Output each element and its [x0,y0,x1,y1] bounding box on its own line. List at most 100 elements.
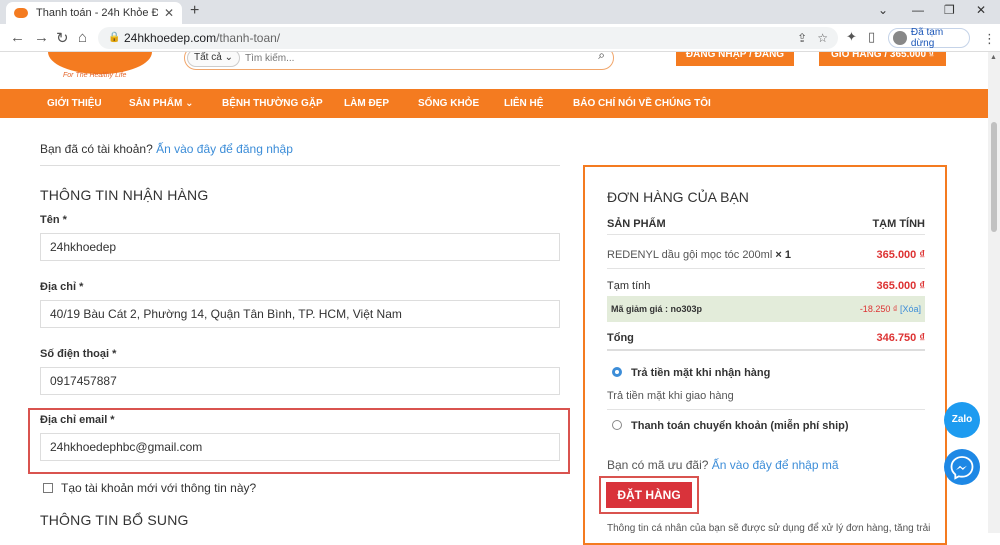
address-label: Địa chỉ * [40,281,84,293]
order-title: ĐƠN HÀNG CỦA BẠN [607,189,749,205]
phone-field[interactable] [40,367,560,395]
new-tab-icon[interactable]: + [190,2,199,20]
share-icon[interactable]: ⇪ [797,31,807,45]
nav-item-beauty[interactable]: LÀM ĐẸP [344,89,389,118]
product-price: 365.000 ₫ [876,249,925,261]
promo-prompt: Bạn có mã ưu đãi? Ấn vào đây để nhập mã [607,458,839,472]
col-subtotal: TẠM TÍNH [872,218,925,230]
scroll-up-icon[interactable]: ▲ [990,54,997,61]
order-item: REDENYL dầu gội mọc tóc 200ml × 1 365.00… [607,249,925,261]
login-prompt-text: Bạn đã có tài khoản? [40,142,153,156]
search-input[interactable] [245,52,575,66]
login-register-button[interactable]: ĐĂNG NHẬP / ĐĂNG KÝ [676,52,794,82]
logo-tagline: For The Healthy Life [63,72,127,79]
extra-info-section-title: THÔNG TIN BỔ SUNG [40,512,189,528]
page-scrollbar[interactable]: ▲ [988,52,1000,533]
product-qty: × 1 [775,249,791,261]
site-logo[interactable] [48,52,152,74]
pay-cod-description: Trả tiền mặt khi giao hàng [607,390,734,402]
back-icon[interactable]: ← [10,29,25,46]
order-summary: ĐƠN HÀNG CỦA BẠN SẢN PHẨM TẠM TÍNH REDEN… [583,165,947,545]
shipping-section-title: THÔNG TIN NHẬN HÀNG [40,187,209,203]
coupon-value: -18.250 ₫ [859,304,898,314]
nav-item-healthy-living[interactable]: SỐNG KHỎE [418,89,479,118]
close-tab-icon[interactable]: ✕ [164,6,174,20]
privacy-notice: Thông tin cá nhân của bạn sẽ được sử dụn… [607,523,931,534]
address-bar[interactable]: 🔒 24hkhoedep.com/thanh-toan/ ⇪ ☆ [98,27,838,49]
order-table-header: SẢN PHẨM TẠM TÍNH [607,218,925,230]
minimize-icon[interactable]: — [912,3,924,17]
total-row: Tổng 346.750 ₫ [607,332,925,344]
subtotal-row: Tạm tính 365.000 ₫ [607,280,925,292]
login-prompt: Bạn đã có tài khoản? Ấn vào đây để đăng … [40,142,293,156]
bookmark-star-icon[interactable]: ☆ [817,31,828,45]
email-highlight-box [28,408,570,474]
nav-item-products[interactable]: SẢN PHẨM ⌄ [129,89,194,118]
divider [607,234,925,235]
avatar [893,31,907,45]
address-field[interactable] [40,300,560,328]
coupon-row: Mã giảm giá : no303p -18.250 ₫ [Xóa] [607,296,925,322]
promo-link[interactable]: Ấn vào đây để nhập mã [712,458,839,472]
messenger-chat-button[interactable] [944,449,980,485]
total-label: Tổng [607,332,634,344]
chevron-down-icon: ⌄ [185,98,194,109]
tab-search-icon[interactable]: ⌄ [878,3,888,17]
search-category-select[interactable]: Tất cả ⌄ [187,52,240,67]
lock-icon: 🔒 [108,32,121,43]
divider [607,409,925,410]
profile-label: Đã tạm dừng [910,27,944,49]
zalo-label: Zalo [951,414,973,425]
create-account-label: Tạo tài khoản mới với thông tin này? [61,481,257,495]
browser-tabbar: Thanh toán - 24h Khỏe Đẹp ✕ + ⌄ — ❐ ✕ [0,0,1000,24]
phone-label: Số điện thoại * [40,348,117,360]
nav-item-diseases[interactable]: BỆNH THƯỜNG GẶP [222,89,323,118]
promo-prompt-text: Bạn có mã ưu đãi? [607,458,709,472]
url-path: /thanh-toan/ [216,31,281,45]
divider [607,349,925,351]
side-panel-icon[interactable]: ▯ [868,29,875,45]
create-account-checkbox[interactable] [43,483,53,493]
reload-icon[interactable]: ↻ [56,29,69,47]
create-account-option[interactable]: Tạo tài khoản mới với thông tin này? [43,481,256,495]
search-category-value: Tất cả [194,52,222,63]
pay-cod-label[interactable]: Trả tiền mặt khi nhận hàng [631,367,770,379]
messenger-icon [950,456,974,480]
nav-item-about[interactable]: GIỚI THIỆU [47,89,102,118]
login-link[interactable]: Ấn vào đây để đăng nhập [156,142,293,156]
extensions-icon[interactable]: ✦ [846,29,857,45]
subtotal-label: Tạm tính [607,280,651,292]
main-nav: GIỚI THIỆU SẢN PHẨM ⌄ BỆNH THƯỜNG GẶP LÀ… [0,89,988,118]
search-bar: Tất cả ⌄ ⌕ [184,52,614,70]
nav-item-contact[interactable]: LIÊN HỆ [504,89,543,118]
browser-tab[interactable]: Thanh toán - 24h Khỏe Đẹp ✕ [6,2,182,24]
tab-title: Thanh toán - 24h Khỏe Đẹp [36,7,158,19]
coupon-label: Mã giảm giá : no303p [611,304,703,314]
zalo-chat-button[interactable]: Zalo [944,402,980,438]
name-field[interactable] [40,233,560,261]
site-favicon-icon [14,8,28,18]
forward-icon[interactable]: → [34,29,49,46]
total-value: 346.750 ₫ [876,332,925,344]
remove-coupon-link[interactable]: [Xóa] [900,304,921,314]
home-icon[interactable]: ⌂ [78,29,87,46]
nav-item-press[interactable]: BÁO CHÍ NÓI VỀ CHÚNG TÔI [573,89,711,118]
nav-item-label: SẢN PHẨM [129,98,183,109]
site-header: For The Healthy Life Tất cả ⌄ ⌕ ĐĂNG NHẬ… [0,52,988,89]
divider [40,165,560,166]
divider [607,268,925,269]
scrollbar-thumb[interactable] [991,122,997,232]
subtotal-value: 365.000 ₫ [876,280,925,292]
pay-transfer-label[interactable]: Thanh toán chuyển khoản (miễn phí ship) [631,420,849,432]
search-icon[interactable]: ⌕ [598,52,605,63]
browser-toolbar: ← → ↻ ⌂ 🔒 24hkhoedep.com/thanh-toan/ ⇪ ☆… [0,24,1000,52]
restore-icon[interactable]: ❐ [944,3,955,17]
pay-cod-radio[interactable] [612,367,622,377]
pay-transfer-radio[interactable] [612,420,622,430]
place-order-highlight-box [599,476,699,514]
browser-menu-icon[interactable]: ⋮ [983,31,996,47]
profile-button[interactable]: Đã tạm dừng [888,27,970,49]
window-close-icon[interactable]: ✕ [976,3,986,17]
cart-button[interactable]: GIỎ HÀNG / 365.000 ₫ [819,52,946,66]
col-product: SẢN PHẨM [607,218,666,230]
